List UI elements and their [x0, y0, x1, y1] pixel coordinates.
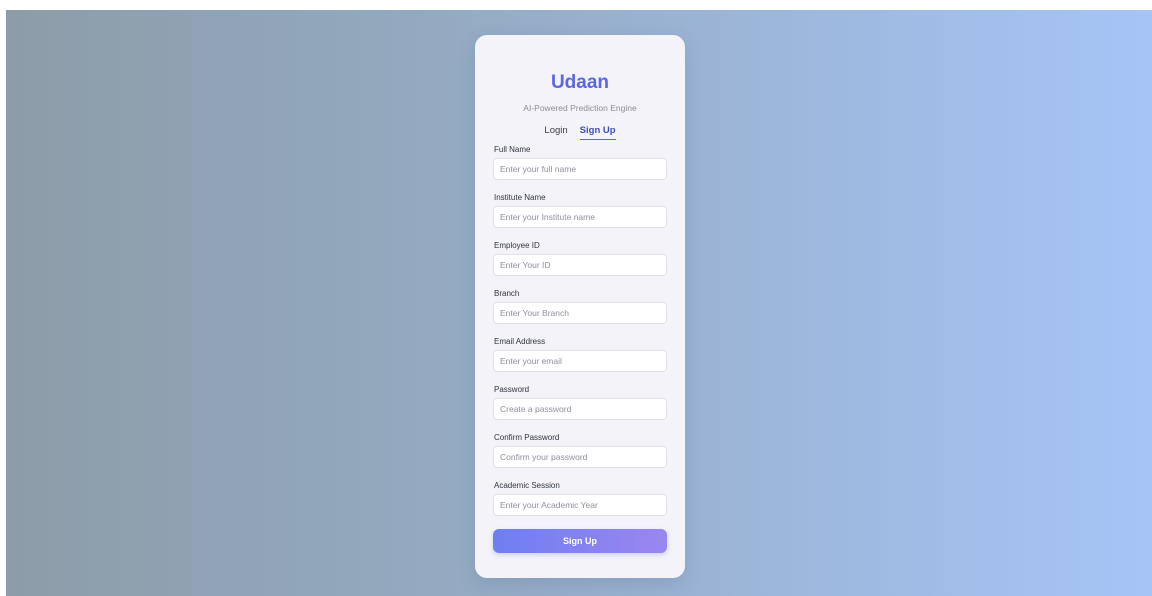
- field-institute-name: Institute Name: [493, 193, 667, 241]
- password-input[interactable]: [493, 398, 667, 420]
- signup-card: Udaan AI-Powered Prediction Engine Login…: [475, 35, 685, 578]
- password-label: Password: [494, 385, 530, 394]
- institute-name-label: Institute Name: [494, 193, 546, 202]
- branch-input[interactable]: [493, 302, 667, 324]
- tab-sign-up[interactable]: Sign Up: [579, 124, 616, 140]
- sign-up-button[interactable]: Sign Up: [493, 529, 667, 553]
- full-name-input[interactable]: [493, 158, 667, 180]
- field-confirm-password: Confirm Password: [493, 433, 667, 481]
- app-title: Udaan: [550, 72, 610, 93]
- auth-tabs: Login Sign Up: [493, 124, 667, 140]
- email-address-label: Email Address: [494, 337, 546, 346]
- tab-login[interactable]: Login: [544, 124, 567, 140]
- field-password: Password: [493, 385, 667, 433]
- institute-name-input[interactable]: [493, 206, 667, 228]
- employee-id-input[interactable]: [493, 254, 667, 276]
- field-academic-session: Academic Session: [493, 481, 667, 529]
- branch-label: Branch: [494, 289, 520, 298]
- app-tagline: AI-Powered Prediction Engine: [523, 103, 637, 113]
- employee-id-label: Employee ID: [494, 241, 540, 250]
- field-full-name: Full Name: [493, 145, 667, 193]
- confirm-password-label: Confirm Password: [494, 433, 560, 442]
- full-name-label: Full Name: [494, 145, 531, 154]
- field-email-address: Email Address: [493, 337, 667, 385]
- signup-form: Full Name Institute Name Employee ID Bra…: [493, 145, 667, 553]
- academic-session-label: Academic Session: [494, 481, 560, 490]
- email-input[interactable]: [493, 350, 667, 372]
- confirm-password-input[interactable]: [493, 446, 667, 468]
- field-branch: Branch: [493, 289, 667, 337]
- field-employee-id: Employee ID: [493, 241, 667, 289]
- academic-session-input[interactable]: [493, 494, 667, 516]
